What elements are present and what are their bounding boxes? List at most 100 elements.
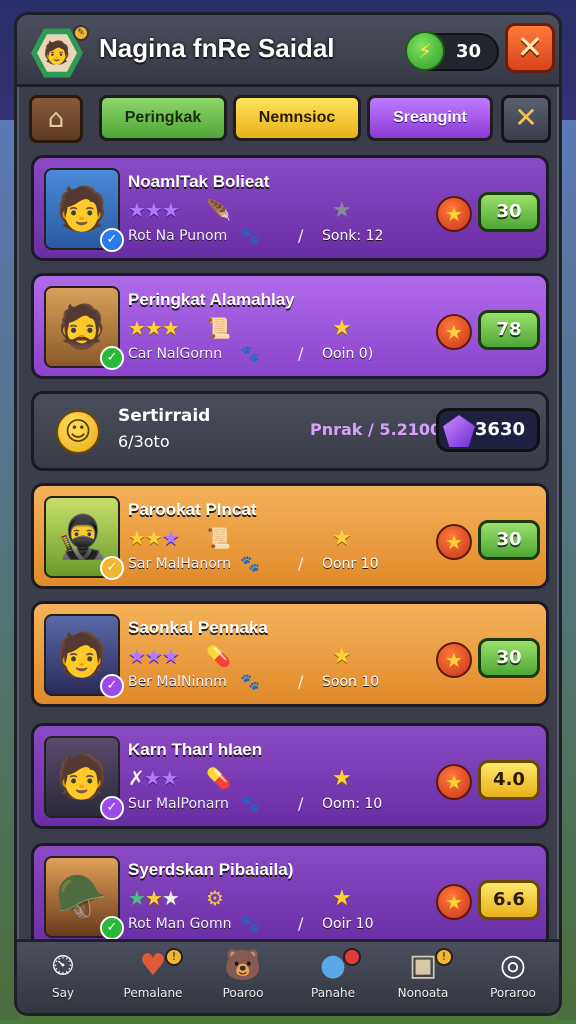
player-stat: Sonk: 12 (322, 228, 384, 244)
nav-item-poaroo[interactable]: 🐻 Poaroo (197, 946, 289, 1012)
gold-star-icon: ★ (332, 644, 352, 669)
divider-slash: / (298, 794, 304, 813)
gold-star-icon: ★ (332, 766, 352, 791)
favorite-star-button[interactable]: ★ (436, 642, 472, 678)
rating-stars: ★★★ (128, 644, 180, 668)
paw-icon: 🐾 (240, 672, 260, 691)
verified-badge-icon: ✓ (100, 916, 124, 940)
score-badge[interactable]: 6.6 (478, 880, 540, 920)
page-title: Nagina fnRe Saidal (99, 33, 335, 63)
my-rank-summary[interactable]: ☺ Sertirraid 6/3oto Pnrak / 5.2100 3630 (31, 391, 549, 471)
nav-item-nonoata[interactable]: ▣ ! Nonoata (377, 946, 469, 1012)
player-stat: Soon 10 (322, 674, 380, 690)
lightning-icon: ⚡ (405, 31, 445, 71)
tab-peringkak[interactable]: Peringkak (99, 95, 227, 141)
energy-counter[interactable]: ⚡ 30 (405, 31, 499, 71)
edit-badge-icon[interactable]: ✎ (73, 25, 89, 41)
player-card[interactable]: 🧔 ✓ Peringkat Alamahlay ★★★ 📜 Car NalGor… (31, 273, 549, 379)
player-card[interactable]: 🧑 ✓ Karn Tharl hIaen ✗★★ 💊 Sur MalPonarn… (31, 723, 549, 829)
notification-dot: ! (435, 948, 453, 966)
paw-icon: 🐾 (240, 344, 260, 363)
player-name: Saonkal Pennaka (128, 618, 268, 637)
compass-icon: ◎ (499, 948, 527, 983)
nav-item-say[interactable]: ⏲ Say (17, 946, 109, 1012)
feather-icon: 🪶 (206, 198, 231, 222)
tab-nemnsioc[interactable]: Nemnsioc (233, 95, 361, 141)
nav-label: Pemalane (123, 986, 183, 1000)
clock-icon: ⏲ (51, 948, 75, 983)
player-subtitle: Rot Na Punom (128, 228, 228, 244)
gold-star-icon: ★ (332, 526, 352, 551)
divider-slash: / (298, 672, 304, 691)
rating-stars: ★★★ (128, 886, 180, 910)
verified-badge-icon: ✓ (100, 796, 124, 820)
player-stat: Ooin 0) (322, 346, 374, 362)
nav-item-panahe[interactable]: ● Panahe (287, 946, 379, 1012)
score-badge[interactable]: 30 (478, 638, 540, 678)
verified-badge-icon: ✓ (100, 556, 124, 580)
player-name: Karn Tharl hIaen (128, 740, 263, 759)
nav-item-pemalane[interactable]: ♥ ! Pemalane (107, 946, 199, 1012)
summary-rank: Pnrak / 5.2100 (310, 420, 442, 439)
leaderboard-panel: 🧑 ✎ Nagina fnRe Saidal ⚡ 30 ✕ ⌂ Peringka… (14, 12, 562, 1016)
player-name: Parookat PIncat (128, 500, 257, 519)
notification-dot: ! (165, 948, 183, 966)
player-stat: Oom: 10 (322, 796, 383, 812)
verified-badge-icon: ✓ (100, 228, 124, 252)
gold-star-icon: ★ (332, 316, 352, 341)
favorite-star-button[interactable]: ★ (436, 314, 472, 350)
scroll-icon: 📜 (206, 526, 231, 550)
home-button[interactable]: ⌂ (29, 95, 83, 143)
player-subtitle: Sur MalPonarn (128, 796, 229, 812)
divider-slash: / (298, 226, 304, 245)
smiley-icon: ☺ (56, 410, 100, 454)
header-bar: 🧑 ✎ Nagina fnRe Saidal ⚡ 30 ✕ (17, 15, 559, 87)
gem-icon (443, 415, 475, 447)
character-icon: 🐻 (224, 948, 262, 983)
score-badge[interactable]: 78 (478, 310, 540, 350)
heart-icon: ♥ (139, 948, 167, 983)
potion-icon: 💊 (206, 644, 231, 668)
tab-sreangint[interactable]: Sreangint (367, 95, 493, 141)
score-badge[interactable]: 4.0 (478, 760, 540, 800)
gem-value: 3630 (474, 419, 525, 440)
orb-icon: ● (319, 948, 347, 983)
player-stat: Ooir 10 (322, 916, 374, 932)
favorite-star-button[interactable]: ★ (436, 764, 472, 800)
player-card[interactable]: 🥷 ✓ Parookat PIncat ★★★ 📜 Sar MalHanorn … (31, 483, 549, 589)
player-stat: Oonr 10 (322, 556, 379, 572)
score-badge[interactable]: 30 (478, 520, 540, 560)
divider-slash: / (298, 914, 304, 933)
close-tab-button[interactable]: ✕ (501, 95, 551, 143)
player-subtitle: Car NalGornn (128, 346, 223, 362)
score-badge[interactable]: 30 (478, 192, 540, 232)
house-icon: ⌂ (47, 104, 65, 134)
player-subtitle: Sar MalHanorn (128, 556, 232, 572)
player-card[interactable]: 🪖 ✓ Syerdskan Pibaiaila) ★★★ ⚙ Rot Man G… (31, 843, 549, 949)
rating-stars: ★★★ (128, 316, 180, 340)
close-button[interactable]: ✕ (505, 23, 555, 73)
rating-stars: ★★★ (128, 198, 180, 222)
nav-label: Nonoata (397, 986, 449, 1000)
favorite-star-button[interactable]: ★ (436, 524, 472, 560)
paw-icon: 🐾 (240, 914, 260, 933)
potion-icon: 💊 (206, 766, 231, 790)
player-name: Syerdskan Pibaiaila) (128, 860, 294, 879)
player-subtitle: Ber MalNinnm (128, 674, 227, 690)
gem-counter[interactable]: 3630 (436, 408, 540, 452)
gear-item-icon: ⚙ (206, 886, 224, 910)
paw-icon: 🐾 (240, 794, 260, 813)
nav-item-poraroo[interactable]: ◎ Poraroo (467, 946, 559, 1012)
divider-slash: / (298, 554, 304, 573)
nav-label: Say (51, 986, 75, 1000)
favorite-star-button[interactable]: ★ (436, 884, 472, 920)
nav-label: Panahe (311, 986, 355, 1000)
player-card[interactable]: 🧑 ✓ Saonkal Pennaka ★★★ 💊 Ber MalNinnm 🐾… (31, 601, 549, 707)
summary-title: Sertirraid (118, 406, 211, 426)
rating-stars: ✗★★ (128, 766, 179, 790)
player-name: NoamlTak Bolieat (128, 172, 270, 191)
favorite-star-button[interactable]: ★ (436, 196, 472, 232)
energy-value: 30 (455, 41, 481, 62)
player-card[interactable]: 🧑 ✓ NoamlTak Bolieat ★★★ 🪶 Rot Na Punom … (31, 155, 549, 261)
summary-subtitle: 6/3oto (118, 432, 170, 451)
